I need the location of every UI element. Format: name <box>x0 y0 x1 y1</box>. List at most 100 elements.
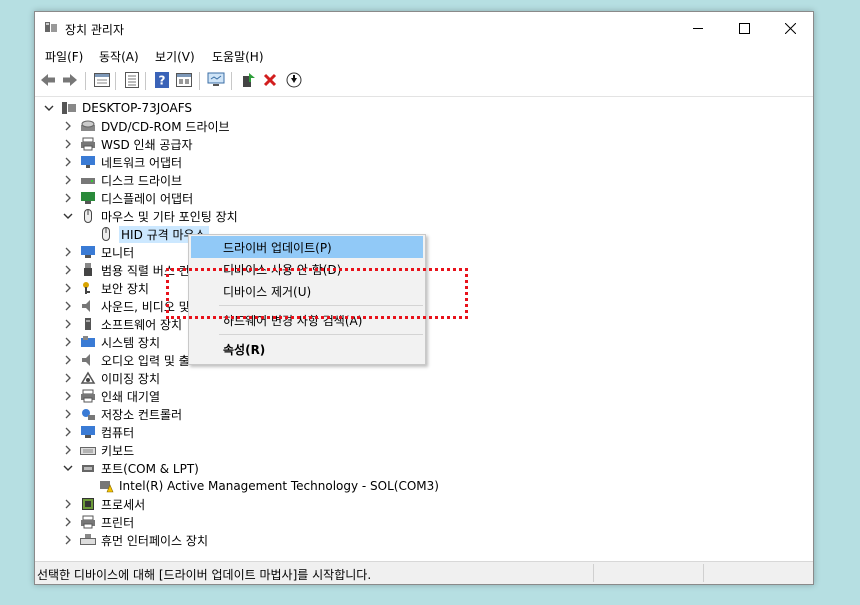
menu-file[interactable]: 파일(F) <box>45 48 83 65</box>
chevron-right-icon[interactable] <box>62 174 74 186</box>
remove-icon[interactable] <box>261 71 279 89</box>
minimize-button[interactable] <box>675 12 721 45</box>
tree-item-processor[interactable]: 프로세서 <box>62 495 145 513</box>
help-icon[interactable]: ? <box>153 71 171 89</box>
back-arrow-icon[interactable] <box>39 71 57 89</box>
chevron-right-icon[interactable] <box>62 408 74 420</box>
chevron-down-icon[interactable] <box>43 102 55 114</box>
tree-item-ports[interactable]: 포트(COM & LPT) <box>62 459 199 477</box>
chevron-right-icon[interactable] <box>62 426 74 438</box>
chevron-right-icon[interactable] <box>62 300 74 312</box>
menu-view[interactable]: 보기(V) <box>155 48 195 65</box>
menu-separator <box>219 305 423 306</box>
tree-item-storage[interactable]: 저장소 컨트롤러 <box>62 405 182 423</box>
dvd-drive-icon <box>80 119 96 133</box>
tree-label: Intel(R) Active Management Technology - … <box>119 479 439 493</box>
tree-label: 보안 장치 <box>101 281 149 296</box>
status-bar: 선택한 디바이스에 대해 [드라이버 업데이트 마법사]를 시작합니다. <box>35 561 813 584</box>
printer-icon <box>80 389 96 403</box>
chevron-right-icon[interactable] <box>62 534 74 546</box>
menu-item-label: 하드웨어 변경 사항 검색(A) <box>223 313 363 328</box>
chevron-right-icon[interactable] <box>62 156 74 168</box>
menu-item-uninstall-device[interactable]: 디바이스 제거(U) <box>191 280 423 302</box>
tree-item-disk[interactable]: 디스크 드라이브 <box>62 171 182 189</box>
chevron-right-icon[interactable] <box>62 498 74 510</box>
tree-item-keyboard[interactable]: 키보드 <box>62 441 134 459</box>
menu-item-disable-device[interactable]: 디바이스 사용 안 함(D) <box>191 258 423 280</box>
tree-item-sound[interactable]: 사운드, 비디오 및 <box>62 297 190 315</box>
status-text: 선택한 디바이스에 대해 [드라이버 업데이트 마법사]를 시작합니다. <box>37 568 372 582</box>
display-adapter-icon <box>80 191 96 205</box>
monitor-scan-icon[interactable] <box>207 71 225 89</box>
chevron-right-icon[interactable] <box>62 372 74 384</box>
tree-label: 디스플레이 어댑터 <box>101 191 194 206</box>
chevron-right-icon[interactable] <box>62 444 74 456</box>
menu-action[interactable]: 동작(A) <box>99 48 139 65</box>
tree-root-row[interactable]: DESKTOP-73JOAFS <box>43 99 192 117</box>
tree-item-system[interactable]: 시스템 장치 <box>62 333 160 351</box>
menu-item-properties[interactable]: 속성(R) <box>191 338 423 360</box>
close-button[interactable] <box>767 12 813 45</box>
chevron-right-icon[interactable] <box>62 516 74 528</box>
tree-label: 모니터 <box>101 245 135 260</box>
maximize-button[interactable] <box>721 12 767 45</box>
menu-item-label: 속성(R) <box>223 342 266 357</box>
tree-label: 사운드, 비디오 및 <box>101 299 190 314</box>
computer-icon <box>61 101 77 115</box>
tree-item-audio-io[interactable]: 오디오 입력 및 출 <box>62 351 190 369</box>
chevron-right-icon[interactable] <box>62 246 74 258</box>
chevron-right-icon[interactable] <box>62 192 74 204</box>
tree-label: 저장소 컨트롤러 <box>101 407 183 422</box>
list-icon[interactable] <box>123 71 141 89</box>
menu-help[interactable]: 도움말(H) <box>212 48 264 65</box>
chevron-down-icon[interactable] <box>62 462 74 474</box>
chevron-right-icon[interactable] <box>62 390 74 402</box>
tree-label: WSD 인쇄 공급자 <box>101 137 193 152</box>
tree-item-wsd[interactable]: WSD 인쇄 공급자 <box>62 135 193 153</box>
menu-item-update-driver[interactable]: 드라이버 업데이트(P) <box>191 236 423 258</box>
tree-item-mouse[interactable]: 마우스 및 기타 포인팅 장치 <box>62 207 238 225</box>
chevron-right-icon[interactable] <box>62 138 74 150</box>
camera-icon <box>80 371 96 385</box>
chevron-right-icon[interactable] <box>62 120 74 132</box>
tree-item-hid[interactable]: 휴먼 인터페이스 장치 <box>62 531 208 549</box>
tree-item-dvd[interactable]: DVD/CD-ROM 드라이브 <box>62 117 230 135</box>
chevron-right-icon[interactable] <box>62 282 74 294</box>
tree-item-software[interactable]: 소프트웨어 장치 <box>62 315 182 333</box>
tree-item-print-queue[interactable]: 인쇄 대기열 <box>62 387 160 405</box>
forward-arrow-icon[interactable] <box>61 71 79 89</box>
monitor-icon <box>80 245 96 259</box>
svg-text:?: ? <box>159 74 166 88</box>
chevron-right-icon[interactable] <box>62 336 74 348</box>
chevron-right-icon[interactable] <box>62 318 74 330</box>
tree-item-network[interactable]: 네트워크 어댑터 <box>62 153 182 171</box>
tree-label: 인쇄 대기열 <box>101 389 161 404</box>
tree-item-computer[interactable]: 컴퓨터 <box>62 423 134 441</box>
menu-bar: 파일(F) 동작(A) 보기(V) 도움말(H) <box>35 45 813 67</box>
tree-root-label: DESKTOP-73JOAFS <box>82 101 193 115</box>
keyboard-icon <box>80 443 96 457</box>
chevron-down-icon[interactable] <box>62 210 74 222</box>
toolbar-separator <box>231 72 232 90</box>
properties-icon[interactable] <box>93 71 111 89</box>
toolbar-separator <box>115 72 116 90</box>
menu-item-scan-hardware[interactable]: 하드웨어 변경 사항 검색(A) <box>191 309 423 331</box>
chevron-right-icon[interactable] <box>62 264 74 276</box>
tree-item-intel-amt[interactable]: Intel(R) Active Management Technology - … <box>98 477 439 495</box>
tree-item-monitor[interactable]: 모니터 <box>62 243 134 261</box>
menu-item-label: 드라이버 업데이트(P) <box>223 240 332 255</box>
chevron-right-icon[interactable] <box>62 354 74 366</box>
toolbar-separator <box>145 72 146 90</box>
tree-item-imaging[interactable]: 이미징 장치 <box>62 369 160 387</box>
speaker-icon <box>80 299 96 313</box>
download-icon[interactable] <box>285 71 303 89</box>
mouse-icon <box>80 209 96 223</box>
tree-item-usb[interactable]: 범용 직렬 버스 컨 <box>62 261 190 279</box>
warning-port-icon <box>98 479 114 493</box>
device-manager-icon <box>44 21 58 33</box>
tree-item-display[interactable]: 디스플레이 어댑터 <box>62 189 193 207</box>
tree-item-printer[interactable]: 프린터 <box>62 513 134 531</box>
update-driver-icon[interactable] <box>239 71 257 89</box>
tree-item-security[interactable]: 보안 장치 <box>62 279 149 297</box>
view-icon[interactable] <box>175 71 193 89</box>
